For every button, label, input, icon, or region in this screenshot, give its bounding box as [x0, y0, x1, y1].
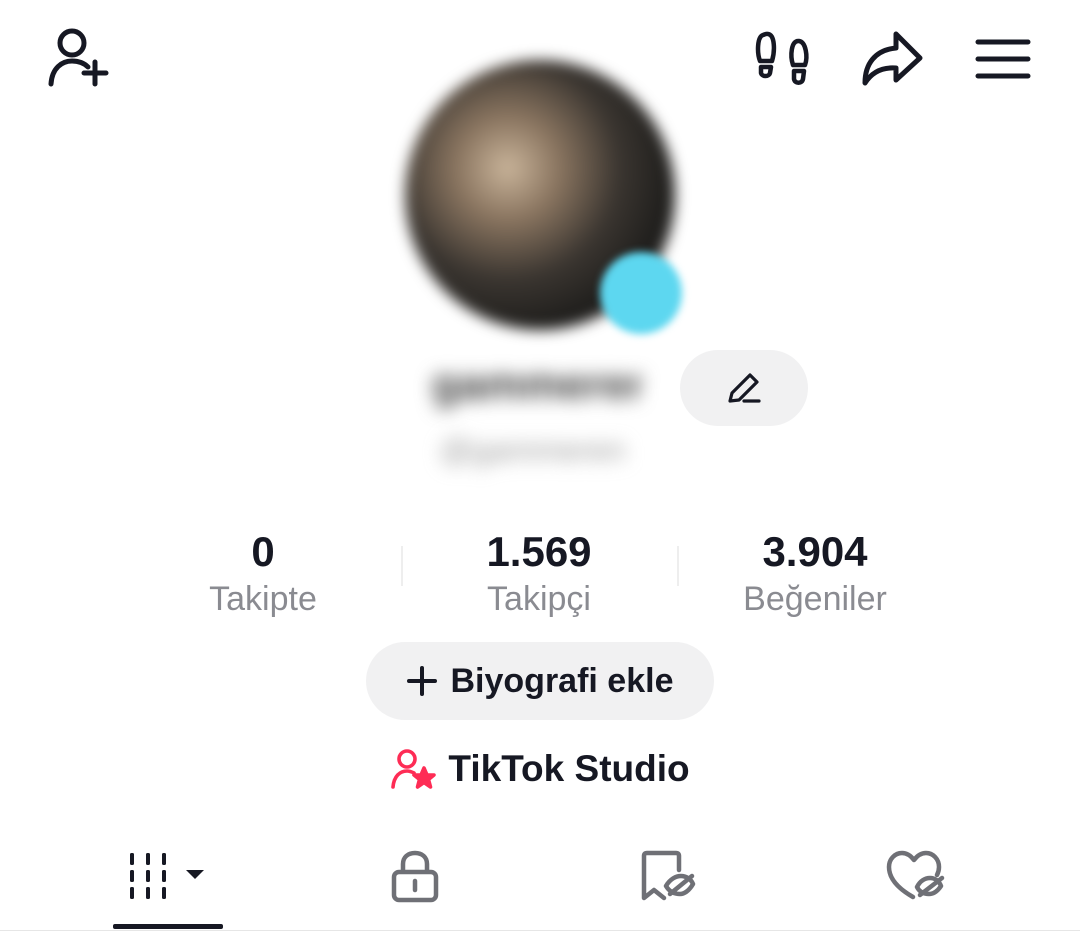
menu-button[interactable]: [972, 32, 1034, 86]
add-bio-label: Biyografi ekle: [450, 661, 674, 700]
tiktok-studio-label: TikTok Studio: [448, 748, 690, 789]
followers-label: Takipçi: [487, 580, 591, 618]
tab-liked[interactable]: [870, 840, 960, 912]
following-count: 0: [251, 528, 275, 575]
tab-private[interactable]: [370, 840, 460, 912]
add-friend-button[interactable]: [40, 24, 114, 92]
bookmark-hidden-icon: [638, 848, 696, 904]
profile-views-button[interactable]: [752, 28, 814, 90]
stat-likes[interactable]: 3.904 Beğeniler: [685, 528, 945, 622]
likes-label: Beğeniler: [743, 580, 887, 618]
username-handle: @gammeren: [440, 432, 626, 468]
tab-videos[interactable]: [113, 840, 223, 912]
add-bio-button[interactable]: Biyografi ekle: [366, 642, 714, 720]
stat-followers[interactable]: 1.569 Takipçi: [409, 528, 669, 622]
stat-divider: [401, 546, 403, 586]
plus-icon: [406, 666, 437, 696]
followers-count: 1.569: [486, 528, 592, 575]
active-tab-indicator: [113, 924, 223, 929]
avatar-add-badge[interactable]: [600, 252, 682, 334]
share-icon: [860, 28, 924, 88]
tab-bar-divider: [0, 930, 1080, 931]
add-user-icon: [44, 26, 110, 90]
heart-hidden-icon: [885, 849, 945, 903]
share-profile-button[interactable]: [858, 26, 926, 90]
menu-icon: [975, 37, 1031, 81]
following-label: Takipte: [209, 580, 317, 618]
pencil-icon: [724, 368, 764, 408]
likes-count: 3.904: [762, 528, 868, 575]
edit-profile-button[interactable]: [680, 350, 808, 426]
footprints-icon: [755, 29, 811, 89]
lock-icon: [390, 848, 440, 904]
display-name: gammeren: [432, 360, 642, 409]
stat-following[interactable]: 0 Takipte: [133, 528, 393, 622]
stat-divider: [677, 546, 679, 586]
creator-star-icon: [390, 747, 437, 791]
tiktok-studio-link[interactable]: TikTok Studio: [380, 740, 700, 798]
tab-favorites[interactable]: [622, 840, 712, 912]
grid-bars-icon: [128, 850, 208, 902]
